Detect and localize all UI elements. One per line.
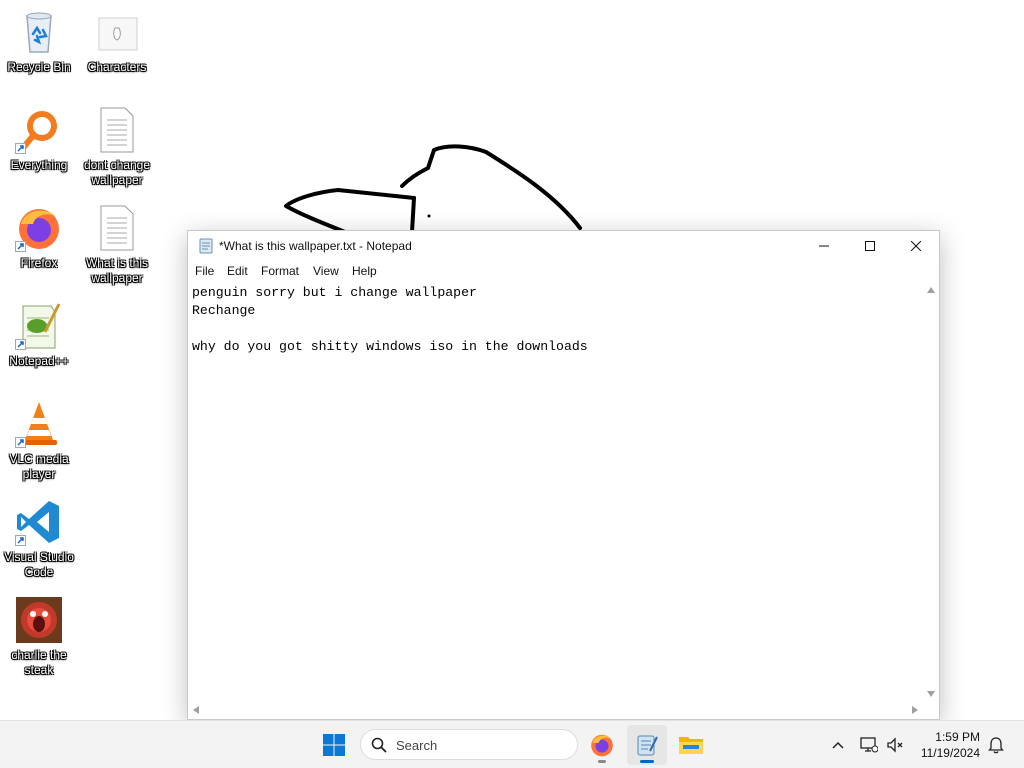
menu-help[interactable]: Help <box>352 264 377 278</box>
search-placeholder: Search <box>396 738 438 753</box>
start-button[interactable] <box>314 725 354 765</box>
shortcut-arrow-icon <box>15 143 26 154</box>
menu-view[interactable]: View <box>313 264 339 278</box>
desktop-icon-everything[interactable]: Everything <box>0 106 78 173</box>
notepad-icon <box>198 238 214 254</box>
desktop-icon-label: charlie the steak <box>11 648 67 677</box>
shortcut-arrow-icon <box>15 437 26 448</box>
active-indicator <box>640 760 654 763</box>
close-icon <box>911 241 921 251</box>
desktop-icon-label: Characters <box>87 60 147 74</box>
bell-icon <box>988 737 1004 754</box>
desktop-icon-label: Visual Studio Code <box>4 550 74 579</box>
scrollbar-corner <box>923 702 939 719</box>
taskbar-file-explorer[interactable] <box>671 725 711 765</box>
desktop-icon-what-is-this-wallpaper[interactable]: What is this wallpaper <box>78 204 156 286</box>
desktop-icon-label: VLC media player <box>9 452 69 481</box>
minimize-icon <box>819 245 829 247</box>
network-icon <box>860 737 878 753</box>
desktop-icon-charlie-the-steak[interactable]: charlie the steak <box>0 596 78 678</box>
notepad-icon <box>637 735 658 756</box>
clock-time: 1:59 PM <box>935 730 980 744</box>
title-bar[interactable]: *What is this wallpaper.txt - Notepad <box>188 231 939 261</box>
maximize-button[interactable] <box>847 231 893 261</box>
desktop-icon-label: dont change wallpaper <box>83 158 151 187</box>
scroll-down-arrow-icon[interactable] <box>927 691 935 697</box>
shortcut-arrow-icon <box>15 339 26 350</box>
text-editor-area[interactable]: penguin sorry but i change wallpaper Rec… <box>188 282 923 702</box>
close-button[interactable] <box>893 231 939 261</box>
show-hidden-icons-button[interactable] <box>818 725 858 765</box>
speaker-muted-icon <box>887 737 903 753</box>
volume-status[interactable] <box>884 725 906 765</box>
menu-format[interactable]: Format <box>261 264 299 278</box>
network-status[interactable] <box>858 725 880 765</box>
firefox-icon <box>591 734 613 757</box>
menu-bar: File Edit Format View Help <box>188 261 939 282</box>
charlie-steak-icon <box>15 596 63 644</box>
menu-edit[interactable]: Edit <box>227 264 248 278</box>
shortcut-arrow-icon <box>15 241 26 252</box>
clock[interactable]: 1:59 PM 11/19/2024 <box>921 729 980 761</box>
recycle-bin-icon <box>15 8 63 56</box>
horizontal-scrollbar[interactable] <box>188 702 923 719</box>
text-file-icon <box>93 204 141 252</box>
taskbar: Search 1:59 PM 11/19/2024 <box>0 720 1024 768</box>
taskbar-notepad[interactable] <box>627 725 667 765</box>
scroll-left-arrow-icon[interactable] <box>193 706 199 714</box>
desktop-icon-recycle-bin[interactable]: Recycle Bin <box>0 8 78 75</box>
notepad-window[interactable]: *What is this wallpaper.txt - Notepad Fi… <box>187 230 940 720</box>
desktop-icon-characters[interactable]: Characters <box>78 8 156 75</box>
text-file-icon <box>93 106 141 154</box>
desktop-icon-vlc[interactable]: VLC media player <box>0 400 78 482</box>
folder-icon <box>93 8 141 56</box>
desktop-icon-label: Firefox <box>20 256 58 270</box>
search-icon <box>371 737 387 753</box>
desktop-icon-dont-change-wallpaper[interactable]: dont change wallpaper <box>78 106 156 188</box>
firefox-icon <box>15 204 63 252</box>
shortcut-arrow-icon <box>15 535 26 546</box>
desktop-icon-vscode[interactable]: Visual Studio Code <box>0 498 78 580</box>
scroll-right-arrow-icon[interactable] <box>912 706 918 714</box>
vertical-scrollbar[interactable] <box>923 282 939 702</box>
file-explorer-icon <box>679 737 703 754</box>
desktop-icon-firefox[interactable]: Firefox <box>0 204 78 271</box>
maximize-icon <box>865 241 875 251</box>
desktop-icon-notepadpp[interactable]: Notepad++ <box>0 302 78 369</box>
desktop-icon-label: What is this wallpaper <box>85 256 148 285</box>
desktop-icon-label: Recycle Bin <box>7 60 71 74</box>
vscode-icon <box>15 498 63 546</box>
desktop-icon-label: Notepad++ <box>9 354 69 368</box>
notifications-button[interactable] <box>984 725 1008 765</box>
vlc-icon <box>15 400 63 448</box>
taskbar-firefox[interactable] <box>582 725 622 765</box>
window-title: *What is this wallpaper.txt - Notepad <box>219 239 412 253</box>
notepadpp-icon <box>15 302 63 350</box>
start-icon <box>323 734 345 756</box>
desktop-icon-label: Everything <box>10 158 68 172</box>
taskbar-search-box[interactable]: Search <box>360 729 578 760</box>
minimize-button[interactable] <box>801 231 847 261</box>
everything-search-icon <box>15 106 63 154</box>
clock-date: 11/19/2024 <box>920 746 980 760</box>
menu-file[interactable]: File <box>195 264 214 278</box>
chevron-up-icon <box>832 741 844 749</box>
running-indicator <box>598 760 606 763</box>
scroll-up-arrow-icon[interactable] <box>927 287 935 293</box>
